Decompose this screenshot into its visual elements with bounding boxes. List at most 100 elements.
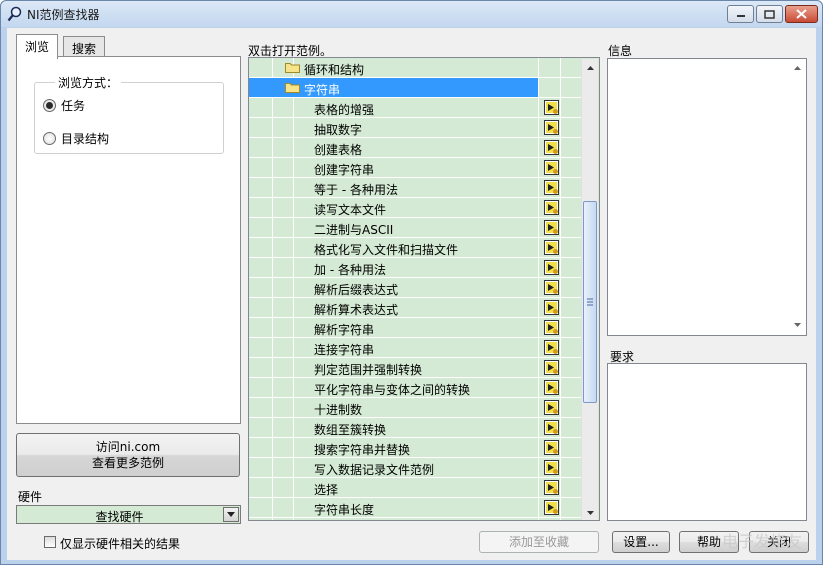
- example-item-label: 加 - 各种用法: [314, 263, 386, 277]
- example-item[interactable]: 表格的增强: [249, 98, 582, 118]
- info-scrollbar[interactable]: [789, 59, 806, 335]
- visit-ni-line1: 访问ni.com: [95, 440, 161, 454]
- close-icon: [796, 9, 807, 19]
- info-box[interactable]: [607, 58, 807, 336]
- maximize-button[interactable]: [756, 5, 783, 23]
- example-item[interactable]: 读写文本文件: [249, 198, 582, 218]
- example-item-label: 格式化写入文件和扫描文件: [314, 243, 459, 257]
- radio-task[interactable]: 任务: [43, 97, 85, 114]
- vi-example-icon: [544, 180, 559, 195]
- vi-example-icon: [544, 100, 559, 115]
- hardware-label: 硬件: [18, 490, 43, 504]
- radio-directory-label: 目录结构: [61, 132, 110, 146]
- scroll-thumb[interactable]: [583, 201, 597, 403]
- tab-search[interactable]: 搜索: [63, 36, 106, 58]
- example-item[interactable]: 搜索字符串并替换: [249, 438, 582, 458]
- example-item[interactable]: 创建表格: [249, 138, 582, 158]
- example-item[interactable]: 创建字符串: [249, 158, 582, 178]
- vi-example-icon: [544, 340, 559, 355]
- example-item[interactable]: 判定范围并强制转换: [249, 358, 582, 378]
- radio-task-label: 任务: [61, 99, 86, 113]
- chevron-down-icon: [227, 512, 235, 517]
- example-item-label: 等于 - 各种用法: [314, 183, 398, 197]
- example-finder-window: NI范例查找器 浏览 搜索 浏览方式： 任务 目录结构 访问ni.com 查看更…: [0, 0, 823, 565]
- add-to-favorites-label: 添加至收藏: [508, 535, 569, 549]
- scroll-up-button[interactable]: [582, 59, 599, 76]
- settings-button[interactable]: 设置...: [612, 531, 670, 553]
- example-item-label: 判定范围并强制转换: [314, 363, 423, 377]
- example-item[interactable]: 连接字符串: [249, 338, 582, 358]
- minimize-button[interactable]: [727, 5, 754, 23]
- tree-folder-label: 字符串: [304, 83, 341, 97]
- vi-example-icon: [544, 240, 559, 255]
- vi-example-icon: [544, 480, 559, 495]
- radio-task-indicator[interactable]: [43, 99, 56, 112]
- vi-example-icon: [544, 200, 559, 215]
- scroll-down-button[interactable]: [582, 504, 599, 520]
- example-item[interactable]: 写入数据记录文件范例: [249, 458, 582, 478]
- help-label: 帮助: [696, 535, 721, 549]
- tree-scrollbar[interactable]: [581, 59, 599, 520]
- combo-dropdown-button[interactable]: [223, 507, 239, 522]
- tree-folder-row[interactable]: 循环和结构: [249, 58, 582, 78]
- client-area: 浏览 搜索 浏览方式： 任务 目录结构 访问ni.com 查看更多范例 硬件 查…: [7, 28, 816, 560]
- magnifier-icon: [7, 6, 22, 22]
- tree-folder-row-selected[interactable]: 字符串: [249, 78, 582, 98]
- vi-example-icon: [544, 160, 559, 175]
- vi-example-icon: [544, 300, 559, 315]
- example-item-label: 解析字符串: [314, 323, 375, 337]
- close-window-button[interactable]: [785, 5, 818, 23]
- minimize-icon: [736, 15, 745, 17]
- visit-ni-button[interactable]: 访问ni.com 查看更多范例: [16, 433, 240, 477]
- example-item[interactable]: 等于 - 各种用法: [249, 178, 582, 198]
- example-item-label: 写入数据记录文件范例: [314, 463, 435, 477]
- window-title: NI范例查找器: [27, 8, 100, 22]
- example-item-label: 创建表格: [314, 143, 363, 157]
- browse-mode-label: 浏览方式：: [55, 74, 122, 91]
- hardware-combo[interactable]: 查找硬件: [16, 505, 241, 524]
- add-to-favorites-button[interactable]: 添加至收藏: [479, 531, 599, 553]
- vi-example-icon: [544, 360, 559, 375]
- vi-example-icon: [544, 140, 559, 155]
- radio-directory-indicator[interactable]: [43, 132, 56, 145]
- arrow-up-icon: [587, 65, 594, 70]
- example-item[interactable]: 解析后缀表达式: [249, 278, 582, 298]
- example-item-label: 解析算术表达式: [314, 303, 399, 317]
- example-item[interactable]: 数组至簇转换: [249, 418, 582, 438]
- watermark: 电子发烧友: [721, 532, 802, 551]
- vi-example-icon: [544, 400, 559, 415]
- example-item-label: 二进制与ASCII: [314, 223, 394, 237]
- example-item[interactable]: 平化字符串与变体之间的转换: [249, 378, 582, 398]
- vi-example-icon: [544, 320, 559, 335]
- arrow-down-icon: [794, 323, 801, 327]
- example-item[interactable]: 格式化写入文件和扫描文件: [249, 238, 582, 258]
- vi-example-icon: [544, 420, 559, 435]
- arrow-down-icon: [587, 510, 594, 515]
- example-tree[interactable]: 循环和结构 字符串 表格的增强抽取数字创建表格创建字符串等于 - 各种用法 读写文…: [248, 57, 600, 521]
- requirements-box[interactable]: [607, 363, 807, 521]
- example-item[interactable]: 解析字符串: [249, 318, 582, 338]
- title-bar[interactable]: NI范例查找器: [1, 1, 822, 27]
- hardware-combo-value: 查找硬件: [95, 510, 144, 524]
- example-item[interactable]: 解析算术表达式: [249, 298, 582, 318]
- example-item-label: 抽取数字: [314, 123, 363, 137]
- example-item[interactable]: 字符串长度: [249, 498, 582, 518]
- arrow-up-icon: [794, 66, 801, 70]
- example-item[interactable]: 加 - 各种用法: [249, 258, 582, 278]
- vi-example-icon: [544, 120, 559, 135]
- vi-example-icon: [544, 500, 559, 515]
- example-item[interactable]: 抽取数字: [249, 118, 582, 138]
- visit-ni-line2: 查看更多范例: [91, 456, 164, 470]
- example-item[interactable]: 选择: [249, 478, 582, 498]
- only-hardware-checkbox[interactable]: [44, 536, 56, 548]
- folder-icon: [285, 63, 300, 73]
- browse-mode-group: 浏览方式： 任务 目录结构: [34, 74, 224, 154]
- open-folder-icon: [285, 83, 300, 93]
- vi-example-icon: [544, 380, 559, 395]
- radio-directory[interactable]: 目录结构: [43, 130, 109, 147]
- tab-browse[interactable]: 浏览: [16, 34, 59, 59]
- example-item[interactable]: 十进制数: [249, 398, 582, 418]
- example-item-label: 表格的增强: [314, 103, 375, 117]
- example-item-label: 创建字符串: [314, 163, 375, 177]
- example-item[interactable]: 二进制与ASCII: [249, 218, 582, 238]
